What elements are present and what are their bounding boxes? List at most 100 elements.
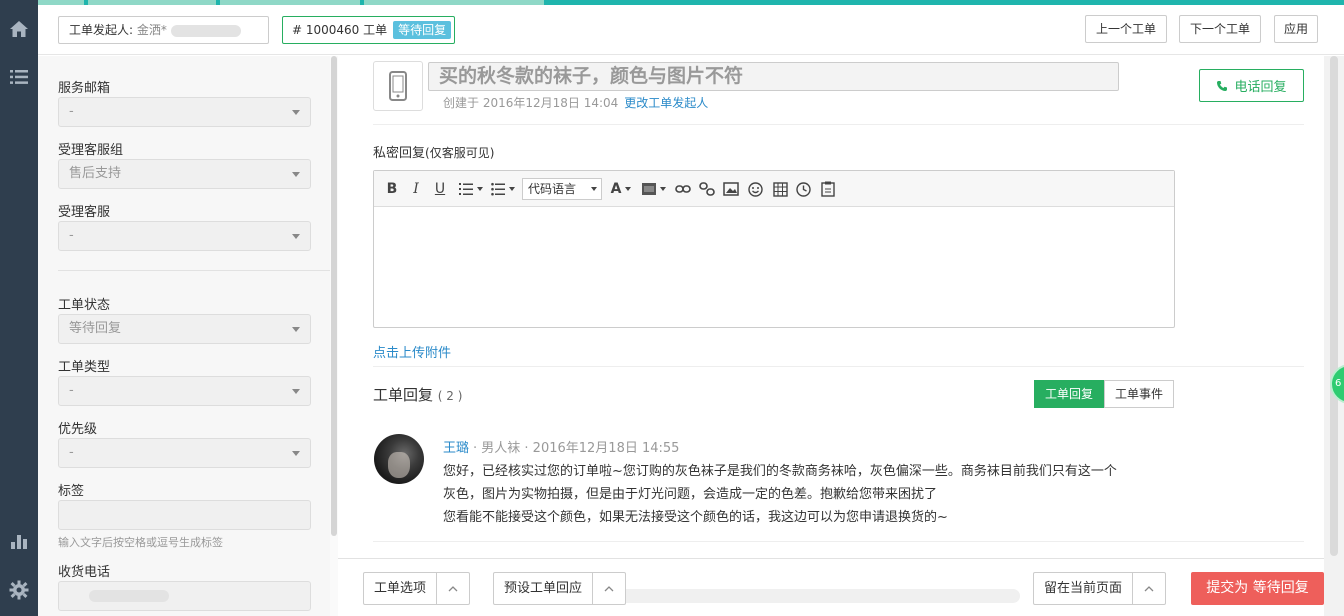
status-value: 等待回复: [69, 321, 122, 336]
priority-value: -: [69, 445, 74, 460]
underline-icon[interactable]: U: [433, 180, 447, 198]
reply-view-toggle: 工单回复 工单事件: [1034, 380, 1175, 408]
image-icon[interactable]: [722, 180, 740, 198]
reply-editor[interactable]: B I U 代码语言 A: [373, 170, 1175, 328]
divider: [373, 366, 1304, 367]
left-scrollbar[interactable]: [330, 56, 338, 616]
initiator-field[interactable]: 工单发起人: 金洒*: [58, 16, 269, 44]
list-icon[interactable]: [0, 62, 38, 92]
preset-reply-split[interactable]: 预设工单回应: [493, 572, 627, 605]
tab-events[interactable]: 工单事件: [1104, 380, 1175, 408]
private-reply-label: 私密回复(仅客服可见): [373, 146, 495, 161]
chevron-up-icon[interactable]: [437, 573, 469, 604]
unlink-icon[interactable]: [698, 180, 716, 198]
created-info: 创建于 2016年12月18日 14:04 更改工单发起人: [443, 94, 708, 111]
phone-label: 收货电话: [58, 565, 111, 580]
preset-reply-button[interactable]: 预设工单回应: [494, 573, 594, 604]
ticket-main: 买的秋冬款的袜子，颜色与图片不符 创建于 2016年12月18日 14:04 更改…: [338, 56, 1324, 556]
phone-input[interactable]: [58, 581, 311, 611]
agent-select[interactable]: -: [58, 221, 311, 251]
reply-meta-text: · 男人袜 · 2016年12月18日 14:55: [473, 441, 680, 456]
mailbox-label: 服务邮箱: [58, 81, 111, 96]
italic-icon[interactable]: I: [409, 180, 423, 198]
tab-replies[interactable]: 工单回复: [1034, 380, 1105, 408]
replies-title: 工单回复 ( 2 ): [373, 386, 463, 404]
type-select[interactable]: -: [58, 376, 311, 406]
avatar: [374, 434, 424, 484]
bottom-action-bar: 工单选项 预设工单回应 留在当前页面 提交为 等待回复: [338, 558, 1324, 616]
ticket-id-tag: # 1000460 工单 等待回复: [282, 16, 456, 44]
bar-chart-icon[interactable]: [0, 526, 38, 556]
faded-preview-text: [600, 589, 1020, 603]
stay-on-page-button[interactable]: 留在当前页面: [1034, 573, 1134, 604]
group-select[interactable]: 售后支持: [58, 159, 311, 189]
nav-rail: [0, 0, 38, 616]
chevron-down-icon: [292, 110, 300, 115]
reply-line: 灰色，图片为实物拍摄，但是由于灯光问题，会造成一定的色差。抱歉给您带来困扰了: [443, 487, 938, 502]
change-initiator-link[interactable]: 更改工单发起人: [624, 96, 708, 110]
ticket-options-split[interactable]: 工单选项: [363, 572, 471, 605]
ticket-header: 工单发起人: 金洒* # 1000460 工单 等待回复 上一个工单 下一个工单…: [38, 5, 1344, 55]
status-badge: 等待回复: [393, 21, 452, 39]
redacted-text: [89, 590, 169, 602]
next-ticket-button[interactable]: 下一个工单: [1179, 15, 1261, 43]
divider: [373, 124, 1304, 125]
reply-author[interactable]: 王璐: [443, 441, 469, 456]
ordered-list-icon[interactable]: [457, 180, 485, 198]
phone-reply-label: 电话回复: [1234, 80, 1287, 95]
paste-icon[interactable]: [819, 180, 837, 198]
chevron-down-icon: [292, 172, 300, 177]
highlight-icon[interactable]: [640, 180, 668, 198]
link-icon[interactable]: [674, 180, 692, 198]
reply-meta: 王璐 · 男人袜 · 2016年12月18日 14:55: [443, 437, 679, 456]
code-language-select[interactable]: 代码语言: [522, 178, 602, 200]
bold-icon[interactable]: B: [385, 180, 399, 198]
reply-line: 您看能不能接受这个颜色，如果无法接受这个颜色的话，我这边可以为您申请退换货的~: [443, 510, 948, 525]
font-color-icon[interactable]: A: [608, 180, 634, 198]
ticket-options-button[interactable]: 工单选项: [364, 573, 438, 604]
device-box: [373, 61, 423, 111]
stay-on-page-split[interactable]: 留在当前页面: [1033, 572, 1167, 605]
main-scrollbar[interactable]: [1324, 56, 1344, 616]
mailbox-select[interactable]: -: [58, 97, 311, 127]
chevron-down-icon: [292, 327, 300, 332]
submit-button[interactable]: 提交为 等待回复: [1191, 572, 1324, 605]
tags-input[interactable]: [58, 500, 311, 530]
tags-label: 标签: [58, 484, 85, 499]
status-label: 工单状态: [58, 298, 111, 313]
bullet-list-icon[interactable]: [489, 180, 517, 198]
emoji-icon[interactable]: [746, 180, 764, 198]
ticket-word: 工单: [363, 23, 388, 37]
ticket-id: # 1000460: [292, 23, 360, 37]
upload-attachment-link[interactable]: 点击上传附件: [373, 342, 451, 361]
clock-icon[interactable]: [794, 180, 812, 198]
chevron-down-icon: [292, 234, 300, 239]
initiator-label: 工单发起人:: [69, 23, 134, 37]
chevron-down-icon: [292, 389, 300, 394]
ticket-subject[interactable]: 买的秋冬款的袜子，颜色与图片不符: [428, 62, 1119, 91]
reply-line: 您好，已经核实过您的订单啦~您订购的灰色袜子是我们的冬款商务袜哈，灰色偏深一些。…: [443, 464, 1117, 479]
agent-label: 受理客服: [58, 205, 111, 220]
table-icon[interactable]: [771, 180, 789, 198]
chevron-up-icon[interactable]: [593, 573, 625, 604]
priority-label: 优先级: [58, 422, 98, 437]
agent-value: -: [69, 228, 74, 243]
status-select[interactable]: 等待回复: [58, 314, 311, 344]
phone-reply-button[interactable]: 电话回复: [1199, 69, 1304, 102]
ticket-properties-panel: 服务邮箱 - 受理客服组 售后支持 受理客服 - 工单状态 等待回复 工单类型 …: [38, 56, 330, 616]
group-label: 受理客服组: [58, 143, 124, 158]
tags-hint: 输入文字后按空格或逗号生成标签: [58, 536, 223, 549]
type-value: -: [69, 383, 74, 398]
type-label: 工单类型: [58, 360, 111, 375]
replies-count: ( 2 ): [437, 389, 463, 403]
prev-ticket-button[interactable]: 上一个工单: [1085, 15, 1167, 43]
home-icon[interactable]: [0, 14, 38, 44]
apply-button[interactable]: 应用: [1274, 15, 1318, 43]
divider: [58, 270, 330, 271]
initiator-value: 金洒*: [136, 23, 167, 37]
phone-icon: [1217, 80, 1228, 91]
mailbox-value: -: [69, 104, 74, 119]
priority-select[interactable]: -: [58, 438, 311, 468]
chevron-up-icon[interactable]: [1133, 573, 1165, 604]
gear-icon[interactable]: [0, 575, 38, 605]
